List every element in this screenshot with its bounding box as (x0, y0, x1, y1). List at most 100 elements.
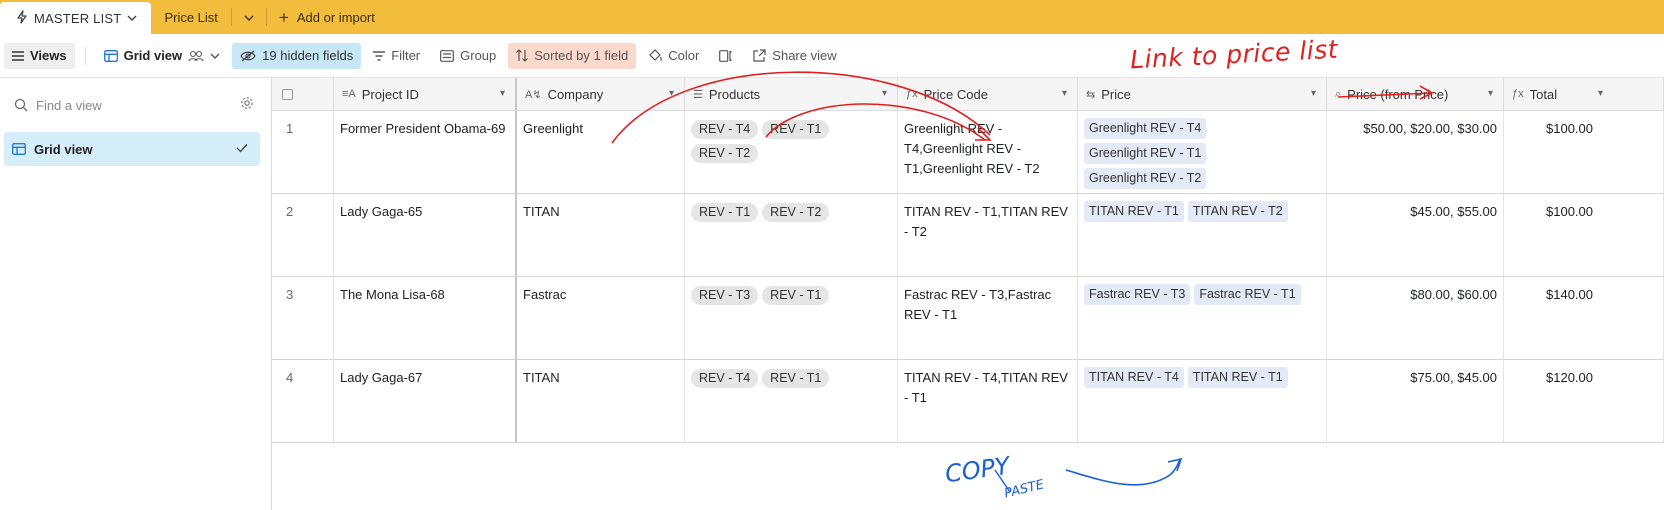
cell-price-code[interactable]: TITAN REV - T1,TITAN REV - T2 (898, 194, 1078, 277)
cell-price-code[interactable]: Fastrac REV - T3,Fastrac REV - T1 (898, 277, 1078, 360)
cell-price-code[interactable]: Greenlight REV - T4,Greenlight REV - T1,… (898, 111, 1078, 194)
linked-record-chip[interactable]: TITAN REV - T4 (1084, 367, 1184, 388)
cell-project-id[interactable]: The Mona Lisa-68 (334, 277, 517, 360)
cell-price-from-price[interactable]: $50.00, $20.00, $30.00 (1327, 111, 1504, 194)
cell-products[interactable]: REV - T3 REV - T1 (685, 277, 898, 360)
row-number[interactable]: 4 (272, 360, 334, 443)
find-view-placeholder: Find a view (36, 97, 102, 113)
menu-icon (12, 50, 24, 61)
column-header-project-id[interactable]: ≡A Project ID ▾ (334, 78, 517, 111)
sidebar-item-grid-view[interactable]: Grid view (4, 132, 260, 166)
linked-record-chip[interactable]: TITAN REV - T1 (1084, 201, 1184, 222)
hidden-fields-label: 19 hidden fields (262, 48, 354, 63)
chevron-down-icon[interactable] (127, 14, 137, 22)
row-number[interactable]: 3 (272, 277, 334, 360)
cell-price[interactable]: Fastrac REV - T3 Fastrac REV - T1 (1078, 277, 1327, 360)
linked-record-chip[interactable]: TITAN REV - T2 (1187, 201, 1288, 222)
cell-company[interactable]: Greenlight (517, 111, 685, 194)
row-number[interactable]: 2 (272, 194, 334, 277)
color-button[interactable]: Color (640, 43, 707, 69)
cell-products[interactable]: REV - T1 REV - T2 (685, 194, 898, 277)
cell-price-from-price[interactable]: $80.00, $60.00 (1327, 277, 1504, 360)
cell-total[interactable]: $120.00 (1504, 360, 1664, 443)
chevron-down-icon[interactable]: ▾ (1311, 88, 1316, 99)
column-header-price-from-price[interactable]: ⌕ Price (from Price) ▾ (1327, 78, 1504, 111)
find-view-input[interactable]: Find a view (14, 92, 254, 118)
chevron-down-icon[interactable]: ▾ (882, 88, 887, 99)
annotation-paste-note: PASTE (1002, 477, 1046, 502)
column-header-price-code[interactable]: ƒx Price Code ▾ (898, 78, 1078, 111)
tab-price-list[interactable]: Price List (151, 0, 230, 34)
cell-total[interactable]: $140.00 (1504, 277, 1664, 360)
product-tag: REV - T4 (691, 120, 759, 139)
product-tag: REV - T1 (691, 203, 759, 222)
column-label: Products (708, 86, 761, 102)
tab-master-list[interactable]: MASTER LIST (0, 2, 152, 34)
tables-menu-button[interactable] (232, 0, 266, 34)
column-header-total[interactable]: ƒx Total ▾ (1504, 78, 1664, 111)
search-icon (14, 98, 28, 112)
cell-total[interactable]: $100.00 (1504, 194, 1664, 277)
select-all-header[interactable] (272, 78, 334, 111)
grid-view-button[interactable]: Grid view (96, 43, 229, 69)
gear-icon[interactable] (240, 96, 254, 113)
cell-project-id[interactable]: Former President Obama-69 (334, 111, 517, 194)
formula-icon: ƒx (906, 88, 918, 100)
linked-record-chip[interactable]: Fastrac REV - T3 (1084, 284, 1191, 305)
product-tag: REV - T2 (691, 144, 759, 163)
chevron-down-icon[interactable]: ▾ (500, 88, 505, 99)
share-external-icon (753, 49, 766, 62)
cell-project-id[interactable]: Lady Gaga-67 (334, 360, 517, 443)
tab-label: Price List (164, 9, 218, 25)
linked-record-chip[interactable]: Greenlight REV - T2 (1084, 168, 1207, 189)
toolbar-divider (84, 46, 86, 65)
chevron-down-icon[interactable]: ▾ (669, 88, 674, 99)
share-view-button[interactable]: Share view (745, 43, 844, 69)
cell-company[interactable]: Fastrac (517, 277, 685, 360)
add-or-import-button[interactable]: + Add or import (267, 0, 387, 34)
cell-company[interactable]: TITAN (517, 360, 685, 443)
cell-company[interactable]: TITAN (517, 194, 685, 277)
row-number[interactable]: 1 (272, 111, 334, 194)
row-height-button[interactable] (711, 43, 741, 69)
filter-button[interactable]: Filter (365, 43, 428, 69)
views-label: Views (30, 48, 67, 63)
cell-price-from-price[interactable]: $75.00, $45.00 (1327, 360, 1504, 443)
chevron-down-icon[interactable]: ▾ (1488, 88, 1493, 99)
cell-price[interactable]: Greenlight REV - T4 Greenlight REV - T1 Gr… (1078, 111, 1327, 194)
column-label: Price (from Price) (1347, 86, 1449, 102)
cell-price[interactable]: TITAN REV - T1 TITAN REV - T2 (1078, 194, 1327, 277)
cell-price-from-price[interactable]: $45.00, $55.00 (1327, 194, 1504, 277)
chevron-down-icon[interactable]: ▾ (1598, 88, 1603, 99)
group-icon (440, 49, 455, 62)
column-label: Project ID (361, 86, 419, 102)
cell-price[interactable]: TITAN REV - T4 TITAN REV - T1 (1078, 360, 1327, 443)
cell-total[interactable]: $100.00 (1504, 111, 1664, 194)
view-toolbar: Views Grid view 19 hidden fields Filter … (0, 34, 1664, 78)
column-header-price[interactable]: ⇆ Price ▾ (1078, 78, 1327, 111)
checkmark-icon (236, 141, 248, 156)
linked-record-chip[interactable]: Greenlight REV - T1 (1084, 143, 1207, 164)
linked-record-chip[interactable]: Greenlight REV - T4 (1084, 118, 1207, 139)
blue-annotation-arrowhead (1167, 457, 1183, 472)
linked-record-chip[interactable]: Fastrac REV - T1 (1194, 284, 1301, 305)
select-all-checkbox[interactable] (282, 88, 293, 100)
cell-products[interactable]: REV - T4 REV - T1REV - T2 (685, 111, 898, 194)
product-tag: REV - T3 (691, 286, 759, 305)
column-header-company[interactable]: A↯ Company ▾ (517, 78, 685, 111)
grid-icon (12, 143, 26, 155)
sort-button[interactable]: Sorted by 1 field (508, 42, 637, 69)
chevron-down-icon[interactable]: ▾ (1062, 88, 1067, 99)
product-tag: REV - T2 (762, 203, 830, 222)
cell-products[interactable]: REV - T4 REV - T1 (685, 360, 898, 443)
linked-record-chip[interactable]: TITAN REV - T1 (1187, 367, 1288, 388)
column-label: Price (1101, 86, 1131, 102)
column-label: Company (547, 86, 604, 102)
cell-price-code[interactable]: TITAN REV - T4,TITAN REV - T1 (898, 360, 1078, 443)
cell-project-id[interactable]: Lady Gaga-65 (334, 194, 517, 277)
views-button[interactable]: Views (4, 42, 75, 69)
sort-label: Sorted by 1 field (534, 48, 629, 63)
group-button[interactable]: Group (432, 43, 504, 69)
hidden-fields-button[interactable]: 19 hidden fields (232, 42, 362, 69)
column-header-products[interactable]: ☰ Products ▾ (685, 78, 898, 111)
